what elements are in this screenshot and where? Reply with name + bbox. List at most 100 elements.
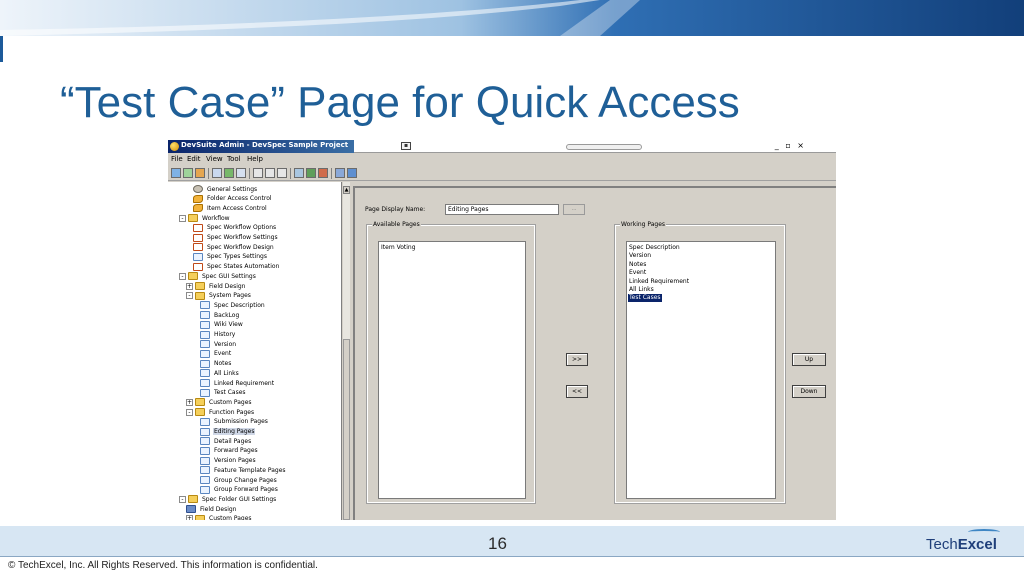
list-item[interactable]: All Links: [628, 286, 655, 294]
tree-item[interactable]: Spec Workflow Options: [193, 223, 277, 233]
tree-item[interactable]: Editing Pages: [200, 427, 256, 437]
group-icon[interactable]: [306, 168, 316, 178]
page-display-name-button[interactable]: ...: [563, 204, 585, 215]
cut-icon[interactable]: [253, 168, 263, 178]
tree-item[interactable]: Folder Access Control: [193, 194, 273, 204]
page-display-name-input[interactable]: Editing Pages: [445, 204, 559, 215]
tree-item[interactable]: Spec Types Settings: [193, 252, 268, 262]
list-item[interactable]: Linked Requirement: [628, 278, 690, 286]
tree-item[interactable]: Version Pages: [200, 456, 257, 466]
tree-item[interactable]: BackLog: [200, 310, 240, 320]
tree-item[interactable]: - System Pages: [186, 291, 252, 301]
remove-page-button[interactable]: <<: [566, 385, 588, 398]
document-icon[interactable]: ▪: [401, 142, 411, 150]
scroll-thumb[interactable]: [343, 339, 350, 520]
tree-item[interactable]: Notes: [200, 359, 232, 369]
paste-icon[interactable]: [277, 168, 287, 178]
save-icon[interactable]: [335, 168, 345, 178]
list-item[interactable]: Test Cases: [628, 294, 662, 303]
back-icon[interactable]: [195, 168, 205, 178]
expand-icon[interactable]: +: [186, 398, 193, 406]
list-item[interactable]: Notes: [628, 261, 647, 269]
menu-file[interactable]: File: [171, 155, 183, 163]
menu-edit[interactable]: Edit: [187, 155, 201, 163]
copy-icon[interactable]: [265, 168, 275, 178]
workflow-icon: [193, 243, 203, 252]
collapse-icon[interactable]: -: [179, 495, 186, 503]
tree-item[interactable]: Field Design: [186, 504, 237, 514]
tree-item[interactable]: Forward Pages: [200, 446, 259, 456]
scroll-up-arrow[interactable]: ▲: [343, 186, 350, 194]
user-icon[interactable]: [294, 168, 304, 178]
tree-item[interactable]: Spec Workflow Settings: [193, 233, 279, 243]
tree-item[interactable]: Submission Pages: [200, 417, 269, 427]
tree-item[interactable]: Spec States Automation: [193, 262, 280, 272]
tree-scrollbar[interactable]: ▲: [343, 182, 350, 520]
move-up-button[interactable]: Up: [792, 353, 826, 366]
tree-item[interactable]: - Function Pages: [186, 407, 255, 417]
page-icon: [200, 417, 210, 426]
tree-item-label: Version Pages: [214, 457, 256, 465]
menu-view[interactable]: View: [206, 155, 223, 163]
key-icon: [193, 194, 203, 203]
move-down-button[interactable]: Down: [792, 385, 826, 398]
page-icon: [200, 437, 210, 446]
tree-item[interactable]: Detail Pages: [200, 436, 252, 446]
tree-item[interactable]: - Spec Folder GUI Settings: [179, 494, 277, 504]
list-item[interactable]: Item Voting: [380, 244, 417, 252]
copyright-notice: © TechExcel, Inc. All Rights Reserved. T…: [8, 560, 318, 571]
tree-item[interactable]: Group Forward Pages: [200, 485, 279, 495]
menu-tool[interactable]: Tool: [227, 155, 241, 163]
tree-item[interactable]: - Spec GUI Settings: [179, 271, 257, 281]
help-icon[interactable]: [347, 168, 357, 178]
logo-text-bold: Excel: [957, 536, 997, 553]
working-pages-title: Working Pages: [620, 221, 667, 228]
page-icon: [200, 456, 210, 465]
window-controls[interactable]: _ ▫ ×: [775, 141, 806, 150]
tree-item[interactable]: + Field Design: [186, 281, 246, 291]
expand-icon[interactable]: +: [186, 515, 193, 520]
tree-item[interactable]: Feature Template Pages: [200, 465, 287, 475]
tree-item-label: Group Change Pages: [214, 476, 277, 484]
page-settings-panel: Page Display Name: Editing Pages ... Ava…: [353, 186, 836, 520]
tree-item[interactable]: + Custom Pages: [186, 514, 253, 520]
page-icon: [200, 379, 210, 387]
list-item[interactable]: Version: [628, 252, 652, 260]
delete-icon[interactable]: [318, 168, 328, 178]
working-pages-list[interactable]: Spec Description Version Notes Event Linked …: [626, 241, 776, 499]
collapse-icon[interactable]: -: [186, 292, 193, 300]
tree-item[interactable]: General Settings: [193, 184, 258, 194]
list-item[interactable]: Event: [628, 269, 647, 277]
tree-item[interactable]: All Links: [200, 368, 240, 378]
tree-item[interactable]: Test Cases: [200, 388, 247, 398]
view-icon[interactable]: [236, 168, 246, 178]
page-icon: [193, 252, 203, 261]
tree-item[interactable]: + Custom Pages: [186, 397, 253, 407]
available-pages-list[interactable]: Item Voting: [378, 241, 526, 499]
tree-item[interactable]: Group Change Pages: [200, 475, 278, 485]
tree-item[interactable]: Item Access Control: [193, 203, 268, 213]
admin-tree[interactable]: General Settings Folder Access Control Ite…: [168, 182, 342, 520]
tree-item[interactable]: Linked Requirement: [200, 378, 275, 388]
collapse-icon[interactable]: -: [179, 272, 186, 280]
slide-page-number: 16: [488, 534, 507, 553]
settings-icon[interactable]: [224, 168, 234, 178]
tree-item[interactable]: Version: [200, 339, 237, 349]
tree-item[interactable]: Spec Description: [200, 300, 266, 310]
tree-item[interactable]: - Workflow: [179, 213, 231, 223]
list-item[interactable]: Spec Description: [628, 244, 681, 252]
expand-icon[interactable]: +: [186, 282, 193, 290]
tree-item[interactable]: Spec Workflow Design: [193, 242, 275, 252]
collapse-icon[interactable]: -: [179, 214, 186, 222]
refresh-icon[interactable]: [183, 168, 193, 178]
tree-item[interactable]: Event: [200, 349, 232, 359]
tree-item[interactable]: History: [200, 330, 236, 340]
available-pages-title: Available Pages: [372, 221, 421, 228]
menu-help[interactable]: Help: [247, 155, 263, 163]
add-page-button[interactable]: >>: [566, 353, 588, 366]
tree-item[interactable]: Wiki View: [200, 320, 244, 330]
new-icon[interactable]: [171, 168, 181, 178]
collapse-icon[interactable]: -: [186, 408, 193, 416]
edit-icon[interactable]: [212, 168, 222, 178]
title-slider[interactable]: [566, 144, 642, 150]
